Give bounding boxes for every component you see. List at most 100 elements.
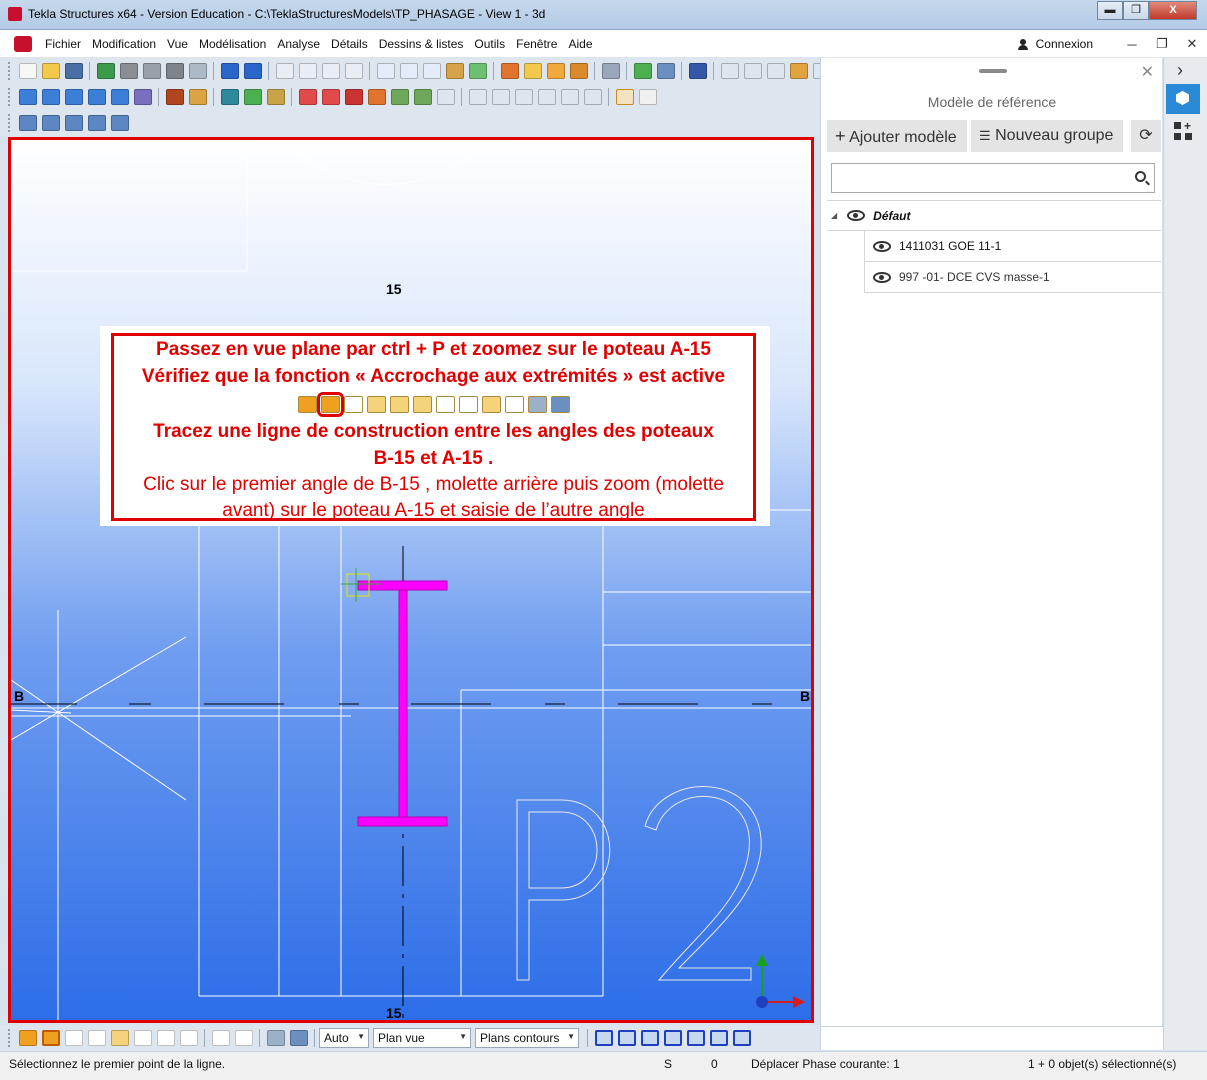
component-3-icon[interactable] [266,89,285,105]
drawing-icon[interactable] [500,63,519,79]
view-5-icon[interactable] [110,115,129,131]
model-3-icon[interactable] [165,63,184,79]
window-icon[interactable] [376,63,395,79]
visibility-eye-icon[interactable] [873,240,891,252]
view-3-icon[interactable] [64,115,83,131]
window-3-icon[interactable] [422,63,441,79]
new-icon[interactable] [18,63,37,79]
point-4-icon[interactable] [537,89,556,105]
snap-reference-icon[interactable] [289,1030,308,1046]
share-icon[interactable] [96,63,115,79]
mdi-restore-button[interactable]: ❐ [1147,36,1177,52]
window-restore-button[interactable]: ❐ [1123,1,1149,20]
cut-part-icon[interactable] [344,89,363,105]
snap-intersections-icon[interactable] [110,1030,129,1046]
view-2-icon[interactable] [41,115,60,131]
menu-fichier[interactable]: Fichier [45,37,81,51]
snap-end-points-icon[interactable] [41,1030,60,1046]
move-icon[interactable] [321,63,340,79]
grid-2-icon[interactable] [413,89,432,105]
snap-geometry-icon[interactable] [266,1030,285,1046]
reference-model-cube-icon[interactable] [1166,84,1200,114]
copy-special-icon[interactable] [298,63,317,79]
point-5-icon[interactable] [560,89,579,105]
panel-drag-handle[interactable] [979,69,1007,73]
toolbar-grip[interactable] [8,114,12,132]
snap-perpendicular-icon[interactable] [133,1030,152,1046]
weld-icon[interactable] [188,89,207,105]
search-icon[interactable] [1135,171,1146,182]
snap-line-extensions-icon[interactable] [156,1030,175,1046]
grid-icon[interactable] [390,89,409,105]
snap-nearest-icon[interactable] [211,1030,230,1046]
slab-icon[interactable] [133,89,152,105]
component-icon[interactable] [220,89,239,105]
copy-icon[interactable] [275,63,294,79]
measure-3-icon[interactable] [766,63,785,79]
window-2-icon[interactable] [399,63,418,79]
add-model-button[interactable]: + Ajouter modèle [827,120,967,152]
plate-icon[interactable] [110,89,129,105]
open-icon[interactable] [41,63,60,79]
snap-midpoints-icon[interactable] [87,1030,106,1046]
window-close-button[interactable]: X [1149,1,1197,20]
cut-icon[interactable] [445,63,464,79]
measure-icon[interactable] [720,63,739,79]
select-welds-icon[interactable] [686,1030,705,1046]
status-phase[interactable]: Déplacer Phase courante: 1 [751,1057,900,1071]
select-points-icon[interactable] [663,1030,682,1046]
select-all-icon[interactable] [594,1030,613,1046]
point-6-icon[interactable] [583,89,602,105]
expand-chevron-icon[interactable]: › [1177,60,1183,81]
tree-model-item[interactable]: 1411031 GOE 11-1 [864,231,1161,262]
contour-planes-select[interactable]: Plans contours [475,1028,579,1048]
menu-aide[interactable]: Aide [568,37,592,51]
model-4-icon[interactable] [188,63,207,79]
visibility-eye-icon[interactable] [847,210,866,221]
collapse-arrow-icon[interactable]: ◢ [831,211,837,220]
tree-model-item[interactable]: 997 -01- DCE CVS masse-1 [864,262,1161,293]
redo-icon[interactable] [243,63,262,79]
toolbar-grip[interactable] [8,62,12,80]
grid-3-icon[interactable] [436,89,455,105]
cut-polygon-icon[interactable] [321,89,340,105]
work-plane-select[interactable]: Plan vue [373,1028,471,1048]
snap-centers-icon[interactable] [64,1030,83,1046]
select-cuts-icon[interactable] [709,1030,728,1046]
menu-details[interactable]: Détails [331,37,368,51]
new-group-button[interactable]: ☰ Nouveau groupe [971,120,1123,152]
mdi-close-button[interactable]: ✕ [1177,36,1207,52]
construction-line-icon[interactable] [615,89,634,105]
menu-fenetre[interactable]: Fenêtre [516,37,557,51]
save-icon[interactable] [64,63,83,79]
select-parts-icon[interactable] [617,1030,636,1046]
drawing-2-icon[interactable] [523,63,542,79]
model-search-field[interactable] [831,163,1155,193]
measure-2-icon[interactable] [743,63,762,79]
fitting-icon[interactable] [367,89,386,105]
cut-line-icon[interactable] [298,89,317,105]
select-surfaces-icon[interactable] [640,1030,659,1046]
snap-any-position-icon[interactable] [179,1030,198,1046]
point-2-icon[interactable] [491,89,510,105]
menu-outils[interactable]: Outils [474,37,505,51]
tekla-logo-icon[interactable] [14,36,32,52]
refresh-button[interactable]: ⟳ [1131,120,1161,152]
point-icon[interactable] [468,89,487,105]
tree-group-default[interactable]: ◢ Défaut [827,200,1161,231]
menu-analyse[interactable]: Analyse [277,37,320,51]
construction-circle-icon[interactable] [638,89,657,105]
model-search-input[interactable] [832,164,1112,190]
curved-beam-icon[interactable] [87,89,106,105]
view-4-icon[interactable] [87,115,106,131]
tool-3-icon[interactable] [656,63,675,79]
drawing-4-icon[interactable] [569,63,588,79]
move-special-icon[interactable] [344,63,363,79]
bolt-icon[interactable] [165,89,184,105]
select-icon[interactable] [468,63,487,79]
column-icon[interactable] [18,89,37,105]
applications-grid-icon[interactable]: + [1174,119,1192,140]
model-icon[interactable] [119,63,138,79]
undo-icon[interactable] [220,63,239,79]
menu-modelisation[interactable]: Modélisation [199,37,266,51]
